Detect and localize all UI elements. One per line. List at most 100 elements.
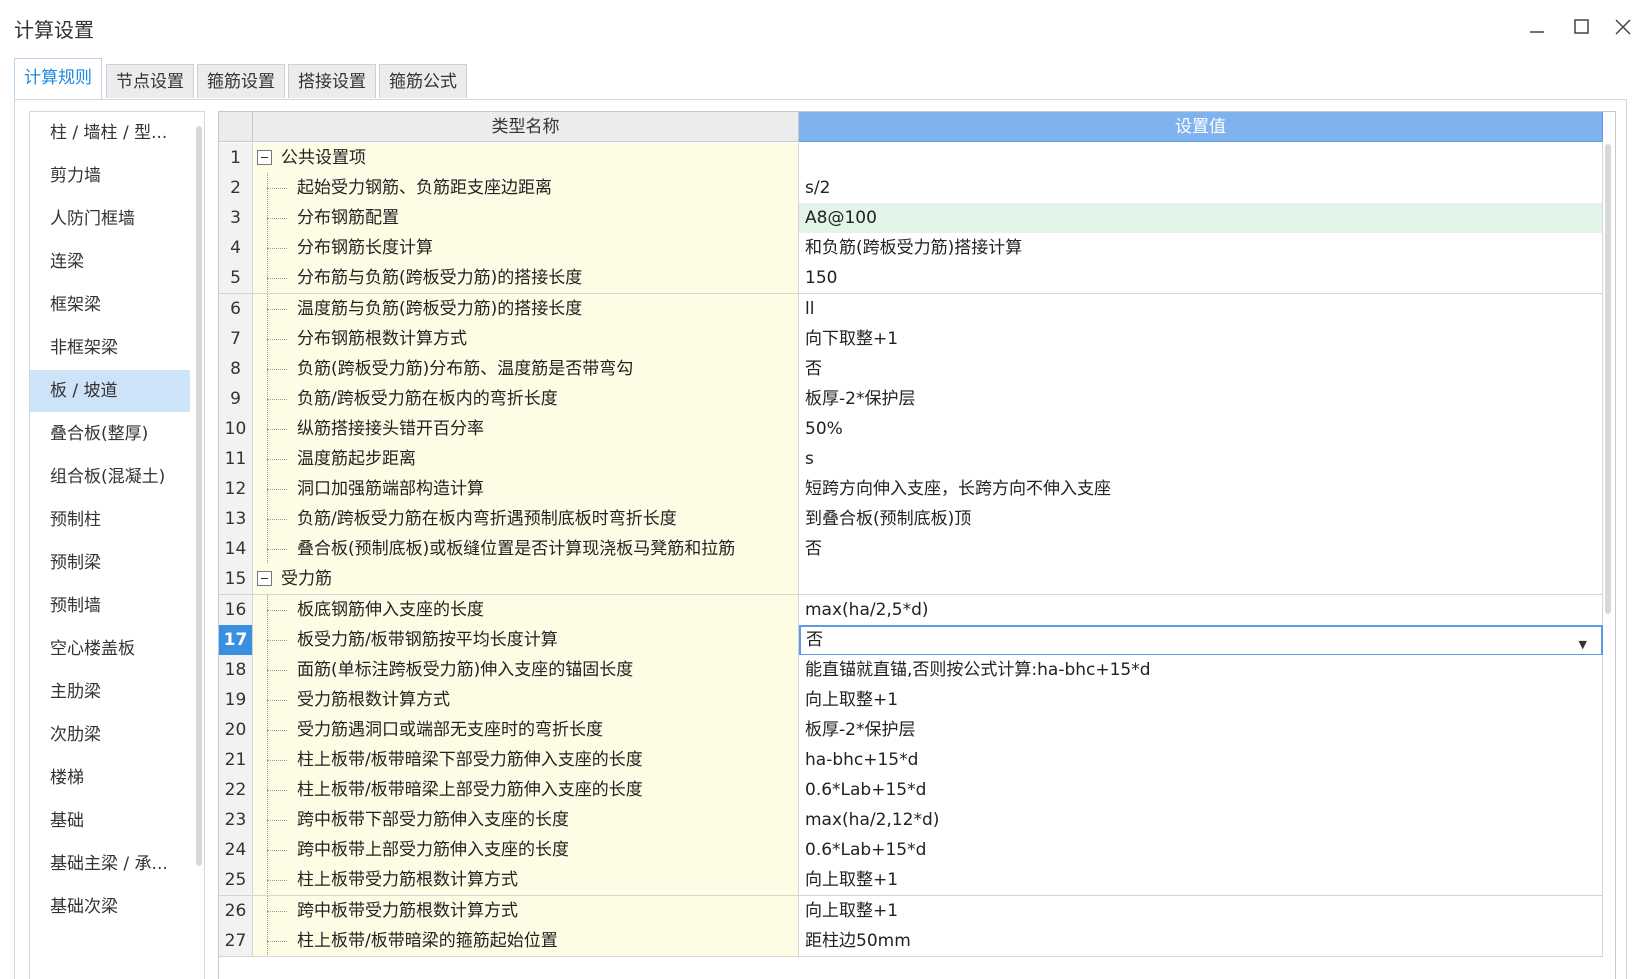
sidebar-item-precast-wall[interactable]: 预制墙: [30, 585, 190, 627]
sidebar-item-composite-slab-concrete[interactable]: 组合板(混凝土): [30, 456, 190, 498]
setting-value-cell[interactable]: 和负筋(跨板受力筋)搭接计算: [799, 233, 1603, 265]
setting-value-cell[interactable]: A8@100: [799, 203, 1603, 235]
table-row[interactable]: 2 起始受力钢筋、负筋距支座边距离 s/2: [219, 173, 1603, 205]
type-name-cell[interactable]: 负筋/跨板受力筋在板内的弯折长度: [253, 383, 799, 415]
row-number[interactable]: 21: [219, 745, 253, 776]
type-name-cell[interactable]: 板受力筋/板带钢筋按平均长度计算: [253, 624, 799, 656]
sidebar-item-frame-beam[interactable]: 框架梁: [30, 284, 190, 326]
tab-stirrup-settings[interactable]: 箍筋设置: [197, 64, 285, 98]
type-name-cell[interactable]: 柱上板带/板带暗梁的箍筋起始位置: [253, 925, 799, 957]
setting-value-cell[interactable]: [799, 564, 1603, 596]
sidebar-item-stairs[interactable]: 楼梯: [30, 757, 190, 799]
setting-value-cell[interactable]: 向上取整+1: [799, 895, 1603, 927]
type-name-cell[interactable]: 纵筋搭接接头错开百分率: [253, 413, 799, 445]
sidebar-item-coupling-beam[interactable]: 连梁: [30, 241, 190, 283]
sidebar-item-precast-column[interactable]: 预制柱: [30, 499, 190, 541]
type-name-cell[interactable]: 跨中板带上部受力筋伸入支座的长度: [253, 835, 799, 867]
setting-value-cell[interactable]: 能直锚就直锚,否则按公式计算:ha-bhc+15*d: [799, 654, 1603, 686]
dropdown-arrow-icon[interactable]: ▼: [1579, 631, 1587, 654]
sidebar-item-shear-wall[interactable]: 剪力墙: [30, 155, 190, 197]
setting-value-cell[interactable]: 向上取整+1: [799, 684, 1603, 716]
row-number[interactable]: 8: [219, 353, 253, 385]
collapse-icon[interactable]: [257, 150, 272, 165]
row-number[interactable]: 13: [219, 504, 253, 536]
setting-value-cell[interactable]: 0.6*Lab+15*d: [799, 775, 1603, 807]
setting-value-cell[interactable]: 板厚-2*保护层: [799, 714, 1603, 746]
setting-value-cell[interactable]: 板厚-2*保护层: [799, 383, 1603, 415]
row-number[interactable]: 17: [219, 624, 253, 656]
setting-value-cell[interactable]: 距柱边50mm: [799, 925, 1603, 957]
setting-value-cell[interactable]: ha-bhc+15*d: [799, 745, 1603, 776]
row-number[interactable]: 5: [219, 263, 253, 295]
table-row[interactable]: 18 面筋(单标注跨板受力筋)伸入支座的锚固长度 能直锚就直锚,否则按公式计算:ha…: [219, 654, 1603, 686]
table-row[interactable]: 11 温度筋起步距离 s: [219, 444, 1603, 475]
table-row[interactable]: 13 负筋/跨板受力筋在板内弯折遇预制底板时弯折长度 到叠合板(预制底板)顶: [219, 504, 1603, 536]
type-name-cell[interactable]: 负筋/跨板受力筋在板内弯折遇预制底板时弯折长度: [253, 504, 799, 536]
row-number[interactable]: 20: [219, 714, 253, 746]
type-name-cell[interactable]: 起始受力钢筋、负筋距支座边距离: [253, 173, 799, 205]
table-row[interactable]: 26 跨中板带受力筋根数计算方式 向上取整+1: [219, 895, 1603, 927]
type-name-cell[interactable]: 柱上板带受力筋根数计算方式: [253, 865, 799, 897]
table-row[interactable]: 20 受力筋遇洞口或端部无支座时的弯折长度 板厚-2*保护层: [219, 714, 1603, 746]
group-row[interactable]: 1 公共设置项: [219, 143, 1603, 174]
row-number[interactable]: 6: [219, 293, 253, 325]
row-number[interactable]: 16: [219, 594, 253, 626]
grid-scrollbar[interactable]: [1605, 144, 1611, 614]
type-name-cell[interactable]: 叠合板(预制底板)或板缝位置是否计算现浇板马凳筋和拉筋: [253, 534, 799, 566]
row-number[interactable]: 15: [219, 564, 253, 596]
table-row[interactable]: 25 柱上板带受力筋根数计算方式 向上取整+1: [219, 865, 1603, 897]
sidebar-item-slab[interactable]: 板 / 坡道: [30, 370, 190, 412]
table-row[interactable]: 6 温度筋与负筋(跨板受力筋)的搭接长度 ll: [219, 293, 1603, 325]
setting-value-cell[interactable]: 到叠合板(预制底板)顶: [799, 504, 1603, 536]
type-name-cell[interactable]: 受力筋遇洞口或端部无支座时的弯折长度: [253, 714, 799, 746]
row-number[interactable]: 9: [219, 383, 253, 415]
row-number[interactable]: 18: [219, 654, 253, 686]
table-row[interactable]: 5 分布筋与负筋(跨板受力筋)的搭接长度 150: [219, 263, 1603, 295]
setting-value-cell[interactable]: s/2: [799, 173, 1603, 205]
maximize-button[interactable]: [1564, 10, 1598, 44]
table-row[interactable]: 8 负筋(跨板受力筋)分布筋、温度筋是否带弯勾 否: [219, 353, 1603, 385]
type-name-cell[interactable]: 负筋(跨板受力筋)分布筋、温度筋是否带弯勾: [253, 353, 799, 385]
sidebar-item-precast-beam[interactable]: 预制梁: [30, 542, 190, 584]
type-name-cell[interactable]: 分布钢筋配置: [253, 203, 799, 235]
row-number[interactable]: 26: [219, 895, 253, 927]
sidebar-item-secondary-rib-beam[interactable]: 次肋梁: [30, 714, 190, 756]
row-number[interactable]: 2: [219, 173, 253, 205]
type-name-cell[interactable]: 面筋(单标注跨板受力筋)伸入支座的锚固长度: [253, 654, 799, 686]
sidebar-item-hollow-floor[interactable]: 空心楼盖板: [30, 628, 190, 670]
setting-value-cell[interactable]: 0.6*Lab+15*d: [799, 835, 1603, 867]
sidebar-item-composite-slab-full[interactable]: 叠合板(整厚): [30, 413, 190, 455]
column-header-setting-value[interactable]: 设置值: [799, 112, 1603, 142]
row-number[interactable]: 14: [219, 534, 253, 566]
table-row[interactable]: 7 分布钢筋根数计算方式 向下取整+1: [219, 323, 1603, 355]
sidebar-item-non-frame-beam[interactable]: 非框架梁: [30, 327, 190, 369]
type-name-cell[interactable]: 分布筋与负筋(跨板受力筋)的搭接长度: [253, 263, 799, 295]
row-number[interactable]: 27: [219, 925, 253, 957]
close-button[interactable]: [1606, 10, 1640, 44]
row-number[interactable]: 11: [219, 444, 253, 475]
type-name-cell[interactable]: 分布钢筋根数计算方式: [253, 323, 799, 355]
row-number[interactable]: 22: [219, 775, 253, 807]
sidebar-item-foundation-main-beam[interactable]: 基础主梁 / 承...: [30, 843, 190, 885]
table-row[interactable]: 27 柱上板带/板带暗梁的箍筋起始位置 距柱边50mm: [219, 925, 1603, 957]
setting-value-cell[interactable]: 否: [799, 353, 1603, 385]
table-row[interactable]: 22 柱上板带/板带暗梁上部受力筋伸入支座的长度 0.6*Lab+15*d: [219, 775, 1603, 807]
type-name-cell[interactable]: 受力筋: [253, 564, 799, 596]
sidebar-item-main-rib-beam[interactable]: 主肋梁: [30, 671, 190, 713]
collapse-icon[interactable]: [257, 571, 272, 587]
setting-value-cell[interactable]: ll: [799, 293, 1603, 325]
type-name-cell[interactable]: 洞口加强筋端部构造计算: [253, 474, 799, 506]
setting-value-cell[interactable]: 向上取整+1: [799, 865, 1603, 897]
table-row[interactable]: 3 分布钢筋配置 A8@100: [219, 203, 1603, 235]
setting-value-cell[interactable]: [799, 143, 1603, 174]
setting-value-cell[interactable]: 短跨方向伸入支座，长跨方向不伸入支座: [799, 474, 1603, 506]
row-number[interactable]: 24: [219, 835, 253, 867]
sidebar-item-foundation-secondary-beam[interactable]: 基础次梁: [30, 886, 190, 928]
setting-value-cell[interactable]: max(ha/2,5*d): [799, 594, 1603, 626]
sidebar-item-foundation[interactable]: 基础: [30, 800, 190, 842]
type-name-cell[interactable]: 受力筋根数计算方式: [253, 684, 799, 716]
tab-lap-settings[interactable]: 搭接设置: [288, 64, 376, 98]
row-number[interactable]: 25: [219, 865, 253, 897]
sidebar-item-civil-defense-door-wall[interactable]: 人防门框墙: [30, 198, 190, 240]
table-row[interactable]: 24 跨中板带上部受力筋伸入支座的长度 0.6*Lab+15*d: [219, 835, 1603, 867]
